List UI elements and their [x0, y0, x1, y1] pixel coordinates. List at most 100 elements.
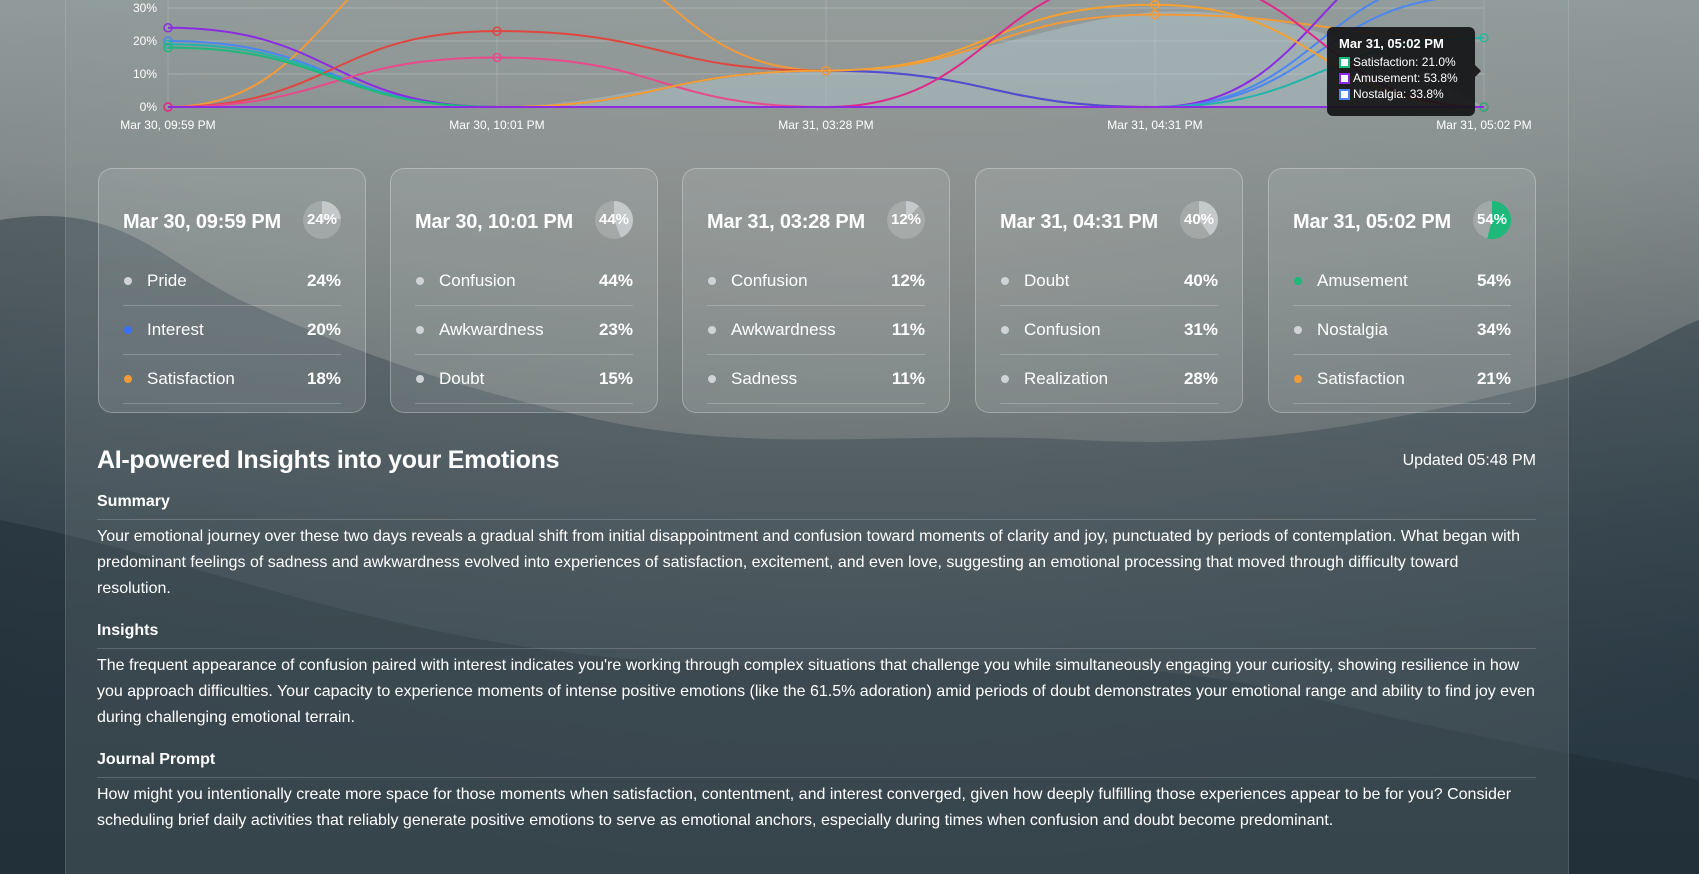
emotion-percent: 12%: [890, 271, 925, 290]
x-tick-label: Mar 31, 04:31 PM: [1107, 118, 1202, 132]
tooltip-row-label: Satisfaction: 21.0%: [1353, 55, 1456, 69]
emotion-percent: 40%: [1183, 271, 1218, 290]
emotion-name: Satisfaction: [1317, 369, 1405, 388]
emotion-name: Interest: [147, 320, 204, 339]
tooltip-row: Satisfaction: 21.0%: [1339, 54, 1463, 70]
emotion-name: Doubt: [1024, 271, 1070, 290]
emotion-percent: 34%: [1476, 320, 1511, 339]
emotion-name: Realization: [1024, 369, 1109, 388]
emotion-card[interactable]: Mar 31, 05:02 PM 54% Amusement 54% Nostalgia…: [1268, 168, 1536, 413]
donut-label: 24%: [306, 211, 338, 228]
emotion-dot: [708, 326, 716, 334]
tooltip-row: Nostalgia: 33.8%: [1339, 86, 1463, 102]
x-tick-label: Mar 31, 05:02 PM: [1436, 118, 1531, 132]
emotion-percent: 44%: [598, 271, 633, 290]
emotion-percent: 31%: [1183, 320, 1218, 339]
updated-timestamp: Updated 05:48 PM: [1402, 452, 1536, 469]
donut-label: 40%: [1183, 211, 1215, 228]
emotion-row: Doubt 15%: [415, 355, 633, 404]
chart-tooltip: Mar 31, 05:02 PM Satisfaction: 21.0% Amu…: [1327, 27, 1481, 116]
emotion-name: Pride: [147, 271, 187, 290]
emotion-percent: 54%: [1476, 271, 1511, 290]
emotion-dot: [1294, 277, 1302, 285]
emotion-percent: 20%: [306, 320, 341, 339]
card-header: Mar 30, 10:01 PM 44%: [415, 199, 633, 243]
emotion-dot: [124, 277, 132, 285]
emotion-name: Amusement: [1317, 271, 1408, 290]
emotion-dot: [708, 277, 716, 285]
insights-heading: Insights: [97, 622, 1536, 649]
emotion-name: Nostalgia: [1317, 320, 1388, 339]
insights-text: The frequent appearance of confusion pai…: [97, 657, 1535, 726]
emotion-dot: [1001, 277, 1009, 285]
emotion-row: Confusion 44%: [415, 257, 633, 306]
emotion-cards: Mar 30, 09:59 PM 24% Pride 24% Interest 20% Sa…: [98, 168, 1536, 413]
tooltip-swatch: [1339, 73, 1350, 84]
card-title: Mar 31, 04:31 PM: [1000, 211, 1158, 233]
emotion-row: Confusion 12%: [707, 257, 925, 306]
emotion-name: Doubt: [439, 369, 485, 388]
emotion-name: Confusion: [1024, 320, 1101, 339]
emotion-row: Confusion 31%: [1000, 306, 1218, 355]
card-header: Mar 31, 05:02 PM 54%: [1293, 199, 1511, 243]
emotion-percent: 18%: [306, 369, 341, 388]
emotion-dot: [1294, 326, 1302, 334]
card-title: Mar 31, 05:02 PM: [1293, 211, 1451, 233]
emotion-percent: 23%: [598, 320, 633, 339]
card-title: Mar 30, 10:01 PM: [415, 211, 573, 233]
emotion-percent: 11%: [891, 369, 925, 388]
emotion-dot: [416, 326, 424, 334]
emotion-row: Satisfaction 21%: [1293, 355, 1511, 404]
emotion-row: Interest 20%: [123, 306, 341, 355]
y-tick-label: 10%: [133, 67, 157, 81]
tooltip-title: Mar 31, 05:02 PM: [1339, 36, 1444, 51]
emotion-name: Satisfaction: [147, 369, 235, 388]
card-header: Mar 31, 04:31 PM 40%: [1000, 199, 1218, 243]
emotion-row: Pride 24%: [123, 257, 341, 306]
emotion-card[interactable]: Mar 30, 10:01 PM 44% Confusion 44% Awkwardne…: [390, 168, 658, 413]
emotion-percent: 21%: [1476, 369, 1511, 388]
card-header: Mar 31, 03:28 PM 12%: [707, 199, 925, 243]
emotion-name: Confusion: [439, 271, 516, 290]
tooltip-swatch: [1339, 57, 1350, 68]
emotion-row: Doubt 40%: [1000, 257, 1218, 306]
summary-text: Your emotional journey over these two da…: [97, 528, 1521, 597]
emotion-percent: 24%: [306, 271, 341, 290]
emotion-dot: [708, 375, 716, 383]
emotion-dot: [124, 326, 132, 334]
emotion-dot: [124, 375, 132, 383]
insights-title: AI-powered Insights into your Emotions: [97, 446, 560, 474]
tooltip-row-label: Amusement: 53.8%: [1353, 71, 1458, 85]
emotion-name: Awkwardness: [731, 320, 836, 339]
emotion-percent: 11%: [891, 320, 925, 339]
y-tick-label: 20%: [133, 34, 157, 48]
emotion-card[interactable]: Mar 31, 03:28 PM 12% Confusion 12% Awkwardne…: [682, 168, 950, 413]
emotion-card[interactable]: Mar 30, 09:59 PM 24% Pride 24% Interest 20% Sa…: [98, 168, 366, 413]
emotion-row: Amusement 54%: [1293, 257, 1511, 306]
x-tick-label: Mar 30, 10:01 PM: [449, 118, 544, 132]
emotion-percent: 28%: [1183, 369, 1218, 388]
emotion-dot: [1294, 375, 1302, 383]
emotion-row: Awkwardness 23%: [415, 306, 633, 355]
emotion-dot: [1001, 375, 1009, 383]
donut-label: 44%: [598, 211, 630, 228]
tooltip-row-label: Nostalgia: 33.8%: [1353, 87, 1444, 101]
y-tick-label: 0%: [140, 100, 158, 114]
emotion-dot: [416, 375, 424, 383]
journal-prompt-heading: Journal Prompt: [97, 751, 1536, 778]
emotion-dot: [416, 277, 424, 285]
x-tick-label: Mar 31, 03:28 PM: [778, 118, 873, 132]
summary-heading: Summary: [97, 493, 1536, 520]
journal-prompt-text: How might you intentionally create more …: [97, 786, 1512, 829]
emotion-name: Sadness: [731, 369, 798, 388]
y-tick-label: 30%: [133, 1, 157, 15]
tooltip-swatch: [1339, 89, 1350, 100]
emotion-row: Nostalgia 34%: [1293, 306, 1511, 355]
emotion-row: Realization 28%: [1000, 355, 1218, 404]
card-header: Mar 30, 09:59 PM 24%: [123, 199, 341, 243]
emotion-dot: [1001, 326, 1009, 334]
emotion-name: Awkwardness: [439, 320, 544, 339]
emotion-name: Confusion: [731, 271, 808, 290]
emotion-card[interactable]: Mar 31, 04:31 PM 40% Doubt 40% Confusion 31% R…: [975, 168, 1243, 413]
tooltip-row: Amusement: 53.8%: [1339, 70, 1463, 86]
